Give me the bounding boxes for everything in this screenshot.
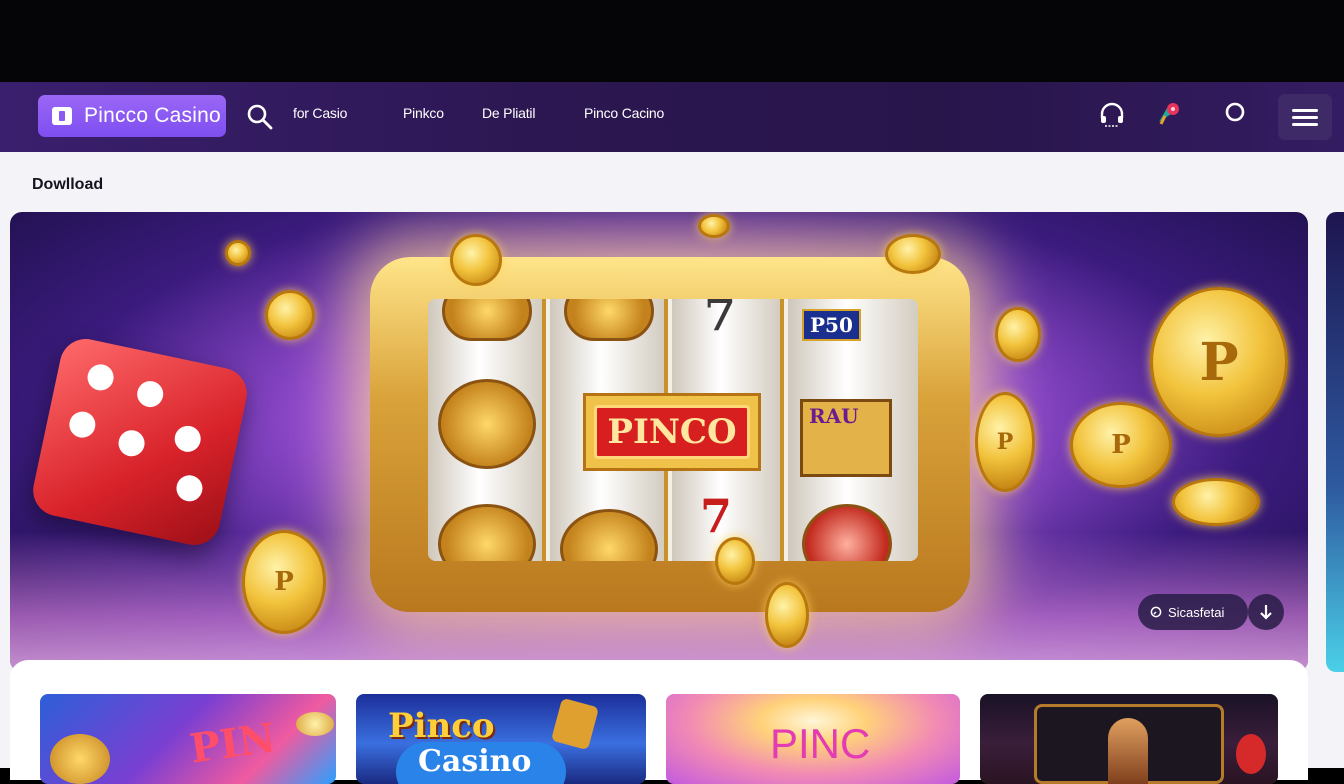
section-title: Dowlload [32, 176, 104, 193]
seven-symbol: 7 [704, 299, 737, 341]
game-card-2[interactable]: Pinco Casino [356, 694, 646, 784]
arrow-down-icon [1260, 605, 1272, 620]
gold-symbol [564, 299, 654, 341]
next-banner-peek[interactable] [1326, 212, 1344, 672]
hero-info-pill[interactable]: Sicasfetai [1138, 594, 1248, 630]
game-card-coin-image [296, 712, 334, 736]
p-coin-image: P [242, 530, 326, 634]
hero-download-button[interactable] [1248, 594, 1284, 630]
dice-pip [172, 423, 204, 455]
menu-line-icon [1292, 116, 1318, 119]
game-card-2-title: Pinco [388, 706, 495, 746]
nav-link-3[interactable]: De Pliatil [482, 105, 535, 121]
pinco-badge-text: PINCO [594, 405, 750, 459]
dice-pip [134, 378, 166, 410]
game-card-slot-image [550, 697, 600, 751]
search-icon[interactable] [246, 103, 274, 131]
brand-logo-button[interactable]: Pincco Casino [38, 95, 226, 137]
red-symbol [802, 504, 892, 561]
profile-circle-icon[interactable] [1220, 100, 1250, 130]
slot-label-rau: RAU [800, 399, 892, 477]
gold-coin-image [885, 234, 941, 274]
red-dice-image [28, 334, 252, 550]
slot-machine-image: 7 7 P50 RAU PINCO [370, 257, 970, 612]
menu-line-icon [1292, 109, 1318, 112]
hamburger-menu-button[interactable] [1278, 94, 1332, 140]
gold-symbol [560, 509, 658, 561]
slot-label-p50: P50 [802, 309, 861, 341]
gold-coin-image [225, 240, 251, 266]
slot-reel-4: P50 RAU [788, 299, 918, 561]
game-card-4-chip-image [1236, 734, 1266, 774]
slot-reel-1 [428, 299, 546, 561]
gold-coin-image [765, 582, 809, 648]
seven-symbol: 7 [700, 489, 733, 543]
brand-name: Pincco Casino [84, 104, 221, 127]
game-card-4-character-image [1108, 718, 1148, 784]
clock-icon [1150, 606, 1162, 618]
game-card-1[interactable]: PIN [40, 694, 336, 784]
game-card-3-title: PINC [770, 720, 871, 767]
nav-link-4[interactable]: Pinco Cacino [584, 105, 664, 121]
nav-link-2[interactable]: Pinkco [403, 105, 444, 121]
p-coin-image: P [1070, 402, 1172, 488]
game-card-coin-image [50, 734, 110, 784]
support-headset-icon[interactable] [1097, 100, 1127, 130]
game-card-2-subtitle: Casino [418, 744, 532, 779]
gold-symbol [442, 299, 532, 341]
dice-pip [85, 361, 116, 393]
notification-gift-icon[interactable] [1155, 100, 1185, 130]
slot-reels-window: 7 7 P50 RAU PINCO [428, 299, 918, 561]
gold-coin-image [1172, 478, 1260, 526]
game-card-1-title: PIN [187, 714, 279, 773]
hero-pill-text: Sicasfetai [1168, 604, 1225, 620]
nav-link-1[interactable]: for Casio [293, 105, 347, 121]
large-p-coin-image: P [1150, 287, 1288, 437]
game-card-4[interactable] [980, 694, 1278, 784]
main-content: Dowlload 7 7 P50 RAU PINCO P P P P Sicas… [0, 152, 1344, 784]
dice-pip [66, 409, 98, 441]
p-coin-image: P [975, 392, 1035, 492]
top-navigation: Pincco Casino for Casio Pinkco De Pliati… [0, 82, 1344, 152]
pinco-slot-badge: PINCO [583, 393, 761, 471]
gold-coin-image [698, 214, 730, 238]
hero-banner[interactable]: 7 7 P50 RAU PINCO P P P P Sicasfetai [10, 212, 1308, 672]
gold-coin-image [995, 307, 1041, 362]
gold-symbol [438, 379, 536, 469]
game-card-3[interactable]: PINC [666, 694, 960, 784]
brand-logo-icon [52, 107, 72, 125]
dice-pip [116, 427, 147, 459]
gold-coin-image [450, 234, 502, 286]
games-panel: PIN Pinco Casino PINC [10, 660, 1308, 784]
top-black-bar [0, 0, 1344, 82]
gold-symbol [438, 504, 536, 561]
dice-pip [174, 472, 205, 504]
gold-coin-image [265, 290, 315, 340]
menu-line-icon [1292, 123, 1318, 126]
gold-coin-image [715, 537, 755, 585]
